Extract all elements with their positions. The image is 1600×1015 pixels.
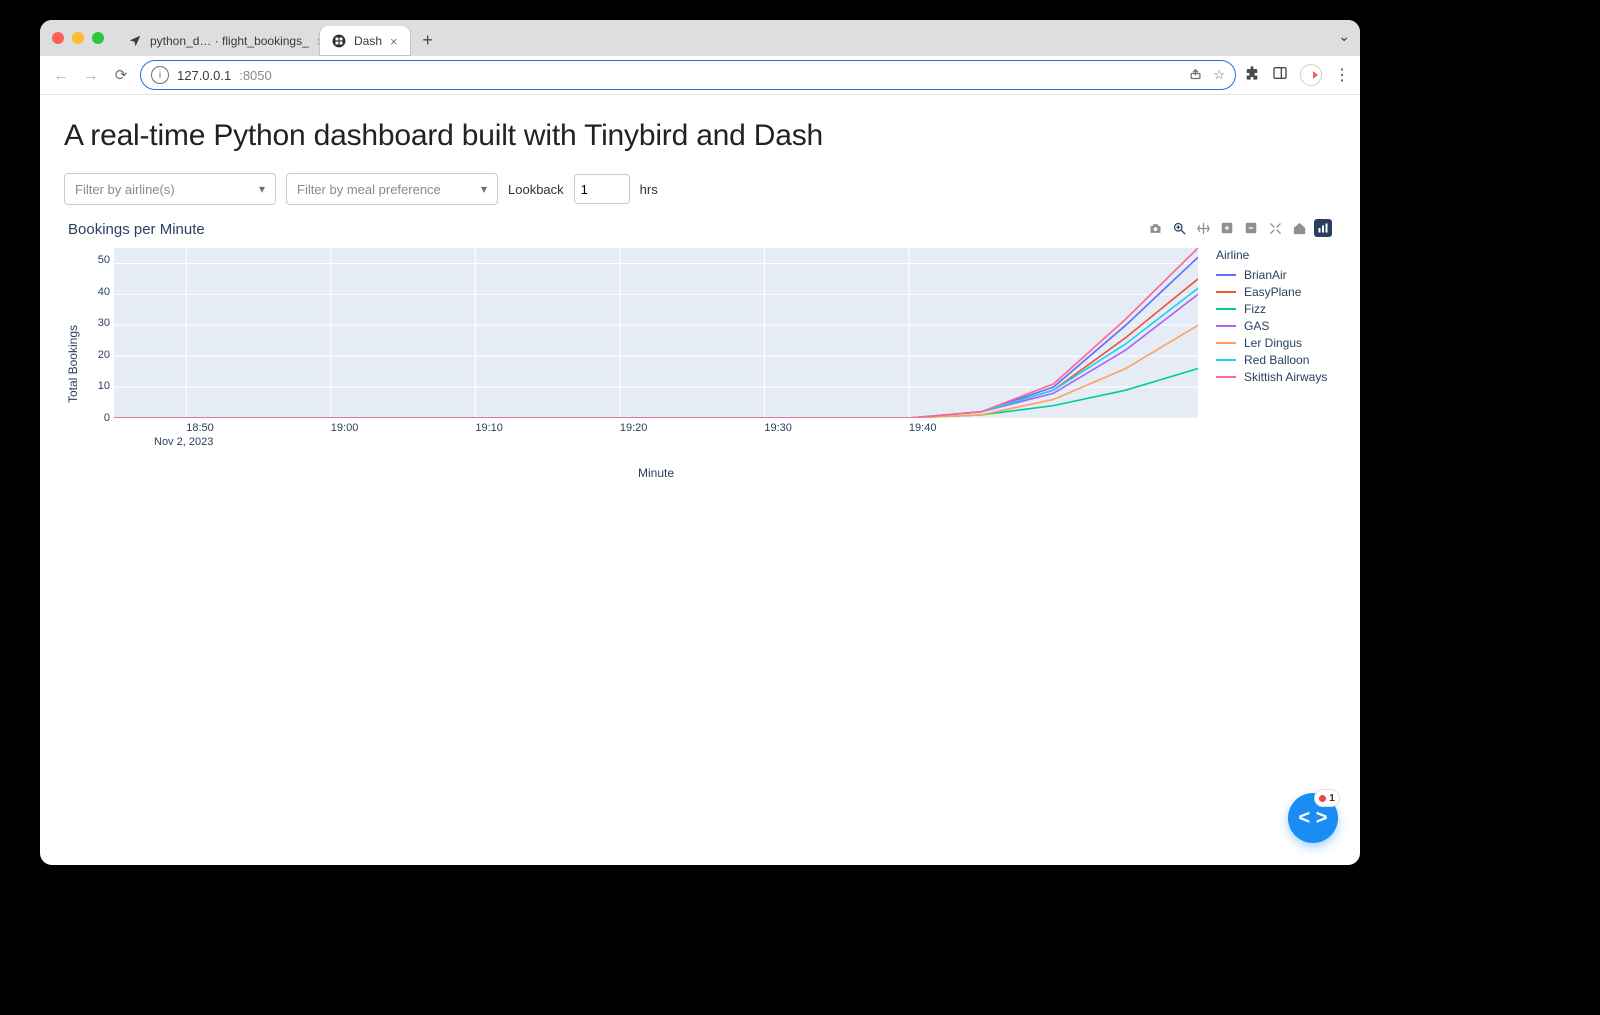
plot-modebar [1146, 219, 1332, 237]
dropdown-placeholder: Filter by meal preference [297, 182, 441, 197]
meal-filter-dropdown[interactable]: Filter by meal preference ▾ [286, 173, 498, 205]
modebar-logo-icon[interactable] [1314, 219, 1332, 237]
modebar-zoom-icon[interactable] [1170, 219, 1188, 237]
dash-devtools-button[interactable]: < > 1 [1288, 793, 1338, 843]
legend-label: Ler Dingus [1244, 336, 1302, 350]
legend-swatch [1216, 274, 1236, 276]
x-axis-date-label: Nov 2, 2023 [114, 436, 1198, 448]
tab-title: Dash [354, 34, 382, 48]
chart-x-axis-label: Minute [114, 466, 1198, 480]
dropdown-placeholder: Filter by airline(s) [75, 182, 175, 197]
close-window-button[interactable] [52, 32, 64, 44]
chevron-down-icon: ▾ [259, 182, 265, 196]
window-controls [40, 20, 116, 56]
legend-label: EasyPlane [1244, 285, 1301, 299]
browser-toolbar: ← → ⟳ i 127.0.0.1 :8050 ☆ ⋮ [40, 56, 1360, 95]
legend-item[interactable]: Ler Dingus [1216, 336, 1336, 350]
address-host: 127.0.0.1 [177, 68, 231, 83]
maximize-window-button[interactable] [92, 32, 104, 44]
modebar-zoom-in-icon[interactable] [1218, 219, 1236, 237]
bookmark-star-icon[interactable]: ☆ [1213, 67, 1225, 83]
legend-label: BrianAir [1244, 268, 1287, 282]
tab-favicon-arrow-icon [128, 34, 142, 48]
legend-label: Skittish Airways [1244, 370, 1327, 384]
chart-legend: Airline BrianAir EasyPlane Fizz GAS Ler Ding… [1198, 248, 1336, 480]
dash-devtools-badge: 1 [1314, 789, 1340, 807]
site-info-icon[interactable]: i [151, 66, 169, 84]
legend-label: Fizz [1244, 302, 1266, 316]
lookback-unit: hrs [640, 182, 658, 197]
browser-tabs: python_d… · flight_bookings_ × Dash × + [116, 20, 1360, 56]
modebar-pan-icon[interactable] [1194, 219, 1212, 237]
y-ticks: 50403020100 [86, 248, 110, 418]
legend-title: Airline [1216, 248, 1336, 262]
legend-item[interactable]: BrianAir [1216, 268, 1336, 282]
browser-tab-1[interactable]: Dash × [320, 26, 410, 56]
extensions-icon[interactable] [1244, 65, 1260, 85]
browser-tabbar: python_d… · flight_bookings_ × Dash × + … [40, 20, 1360, 56]
legend-swatch [1216, 342, 1236, 344]
browser-window: python_d… · flight_bookings_ × Dash × + … [40, 20, 1360, 865]
tab-title: python_d… · flight_bookings_ [150, 34, 309, 48]
legend-item[interactable]: Skittish Airways [1216, 370, 1336, 384]
page-content: A real-time Python dashboard built with … [40, 95, 1360, 865]
modebar-zoom-out-icon[interactable] [1242, 219, 1260, 237]
page-title: A real-time Python dashboard built with … [64, 119, 1336, 153]
legend-item[interactable]: EasyPlane [1216, 285, 1336, 299]
x-ticks: 18:5019:0019:1019:2019:3019:40 [114, 418, 1198, 436]
chart-y-axis-label: Total Bookings [64, 325, 82, 403]
lookback-label: Lookback [508, 182, 564, 197]
nav-reload-button[interactable]: ⟳ [110, 64, 132, 86]
legend-label: Red Balloon [1244, 353, 1309, 367]
modebar-camera-icon[interactable] [1146, 219, 1164, 237]
side-panel-icon[interactable] [1272, 65, 1288, 86]
legend-swatch [1216, 291, 1236, 293]
chevron-down-icon: ▾ [481, 182, 487, 196]
address-bar[interactable]: i 127.0.0.1 :8050 ☆ [140, 60, 1236, 90]
nav-back-button[interactable]: ← [50, 64, 72, 86]
tab-favicon-dash-icon [332, 34, 346, 48]
new-tab-button[interactable]: + [414, 26, 442, 54]
airline-filter-dropdown[interactable]: Filter by airline(s) ▾ [64, 173, 276, 205]
filter-row: Filter by airline(s) ▾ Filter by meal pr… [64, 173, 1336, 205]
legend-swatch [1216, 325, 1236, 327]
profile-avatar[interactable] [1300, 64, 1322, 86]
legend-label: GAS [1244, 319, 1269, 333]
lookback-input[interactable] [574, 174, 630, 204]
legend-swatch [1216, 359, 1236, 361]
legend-item[interactable]: Red Balloon [1216, 353, 1336, 367]
tab-overflow-chevron-icon[interactable]: ⌄ [1338, 28, 1350, 45]
minimize-window-button[interactable] [72, 32, 84, 44]
tab-close-icon[interactable]: × [390, 35, 398, 48]
nav-forward-button[interactable]: → [80, 64, 102, 86]
modebar-home-icon[interactable] [1290, 219, 1308, 237]
plot-area[interactable]: 50403020100 [114, 248, 1198, 418]
share-icon[interactable] [1188, 66, 1203, 84]
legend-swatch [1216, 376, 1236, 378]
address-port: :8050 [239, 68, 272, 83]
bookings-chart: Bookings per Minute Total Bookings 50403… [64, 221, 1336, 480]
legend-item[interactable]: GAS [1216, 319, 1336, 333]
code-icon: < > [1299, 807, 1328, 830]
kebab-menu-icon[interactable]: ⋮ [1334, 65, 1350, 85]
toolbar-actions: ⋮ [1244, 64, 1350, 86]
browser-tab-0[interactable]: python_d… · flight_bookings_ × [116, 26, 320, 56]
legend-swatch [1216, 308, 1236, 310]
modebar-autoscale-icon[interactable] [1266, 219, 1284, 237]
legend-item[interactable]: Fizz [1216, 302, 1336, 316]
